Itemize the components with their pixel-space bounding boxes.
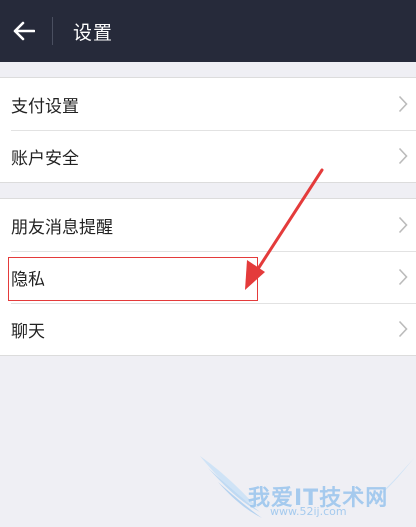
settings-item-label: 朋友消息提醒 xyxy=(11,217,113,238)
watermark-url: www.52ij.com xyxy=(270,505,347,518)
settings-item-payment[interactable]: 支付设置 xyxy=(0,78,416,130)
settings-group-2: 朋友消息提醒 隐私 聊天 xyxy=(0,198,416,356)
settings-item-privacy[interactable]: 隐私 xyxy=(0,251,416,303)
settings-item-chat[interactable]: 聊天 xyxy=(0,303,416,355)
settings-group-1: 支付设置 账户安全 xyxy=(0,77,416,183)
chevron-right-icon xyxy=(398,147,408,165)
top-bar: 设置 xyxy=(0,0,416,62)
settings-item-label: 聊天 xyxy=(11,321,45,342)
settings-item-label: 隐私 xyxy=(11,269,45,290)
arrow-left-icon xyxy=(13,21,35,41)
settings-item-label: 账户安全 xyxy=(11,148,79,169)
settings-item-label: 支付设置 xyxy=(11,96,79,117)
header-divider xyxy=(52,17,53,45)
chevron-right-icon xyxy=(398,268,408,286)
chevron-right-icon xyxy=(398,320,408,338)
settings-item-account-security[interactable]: 账户安全 xyxy=(0,130,416,182)
settings-item-friend-notifications[interactable]: 朋友消息提醒 xyxy=(0,199,416,251)
chevron-right-icon xyxy=(398,216,408,234)
page-title: 设置 xyxy=(73,21,114,44)
back-button[interactable] xyxy=(0,0,48,62)
chevron-right-icon xyxy=(398,95,408,113)
